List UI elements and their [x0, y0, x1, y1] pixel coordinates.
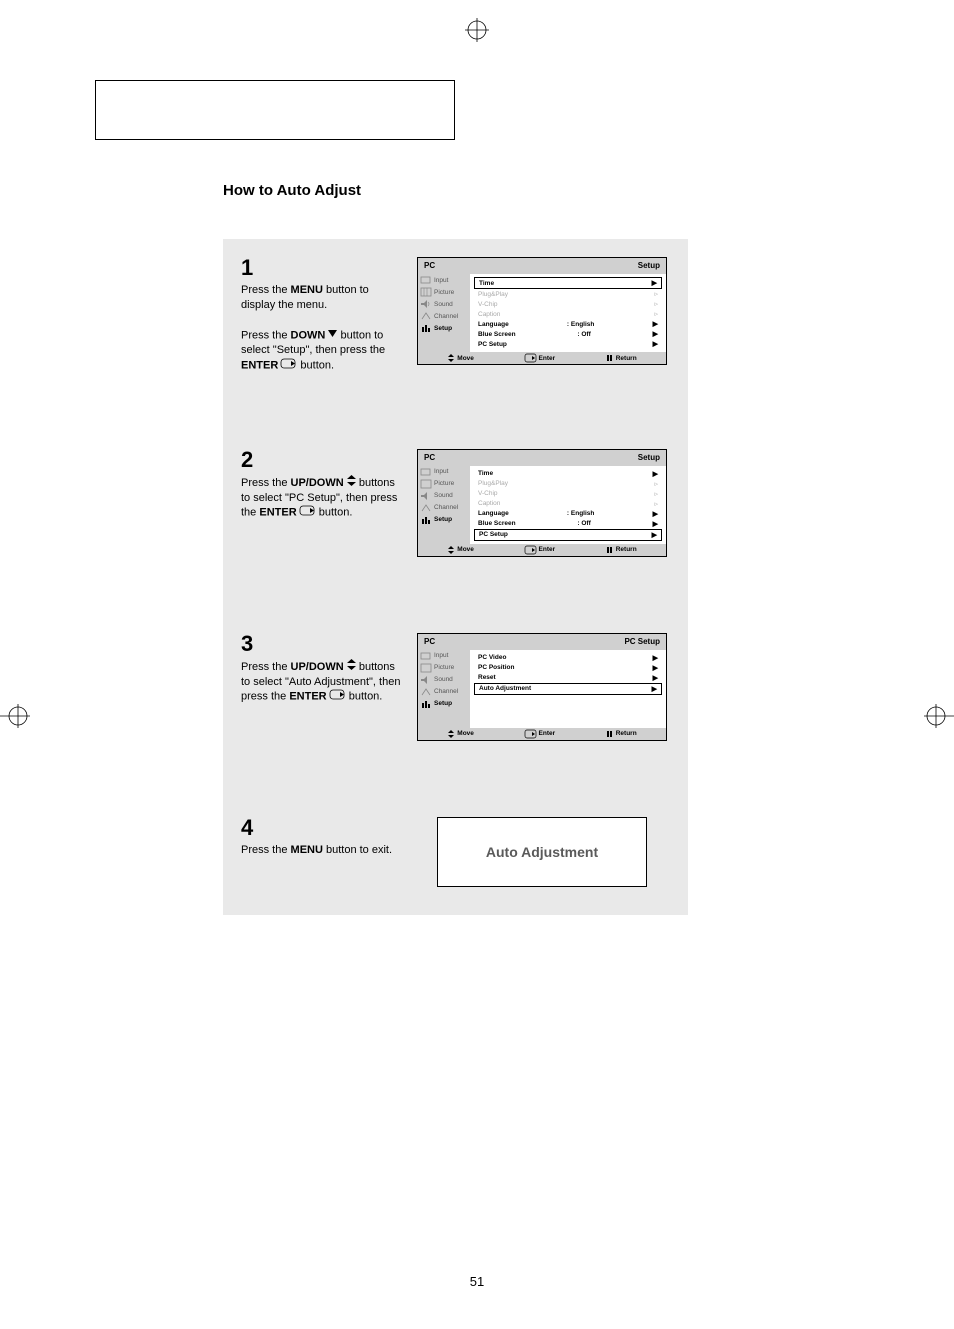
osd-sidebar: Input Picture Sound Channel Setup — [418, 274, 470, 352]
osd-row-bluescreen: Blue Screen: Off▶ — [474, 519, 662, 529]
step-1-text: 1 Press the MENU button to display the m… — [241, 257, 401, 373]
osd-main: Time▶ Plug&Play▹ V-Chip▹ Caption▹ Langua… — [470, 466, 666, 544]
osd-menu-setup-pcsetup: PC Setup Input Picture Sound Channel Set… — [417, 449, 667, 557]
osd-row-pcsetup: PC Setup▶ — [474, 529, 662, 541]
sidebar-item-input: Input — [418, 466, 470, 478]
osd-row-caption: Caption▹ — [474, 309, 662, 319]
sidebar-item-setup: Setup — [418, 698, 470, 710]
sidebar-item-setup: Setup — [418, 514, 470, 526]
step-4: 4 Press the MENU button to exit. Auto Ad… — [223, 799, 688, 915]
footer-move: Move — [447, 354, 474, 362]
crop-mark-top — [465, 18, 489, 42]
step-2: 2 Press the UP/DOWN buttons to select "P… — [223, 431, 688, 585]
setup-icon — [421, 324, 431, 332]
step-2-number: 2 — [241, 449, 401, 471]
osd-row-language: Language: English▶ — [474, 319, 662, 329]
sidebar-item-sound: Sound — [418, 298, 470, 310]
sidebar-item-channel: Channel — [418, 502, 470, 514]
sidebar-item-input: Input — [418, 650, 470, 662]
osd-row-pcvideo: PC Video▶ — [474, 653, 662, 663]
picture-icon — [421, 288, 431, 296]
sidebar-item-sound: Sound — [418, 490, 470, 502]
osd-row-bluescreen: Blue Screen: Off▶ — [474, 329, 662, 339]
footer-enter: Enter — [525, 354, 556, 362]
sidebar-item-picture: Picture — [418, 662, 470, 674]
enter-icon — [281, 358, 297, 373]
sidebar-item-picture: Picture — [418, 286, 470, 298]
step-1: 1 Press the MENU button to display the m… — [223, 239, 688, 401]
osd-sidebar: Input Picture Sound Channel Setup — [418, 650, 470, 728]
osd-title-left: PC — [424, 261, 435, 270]
down-arrow-icon — [328, 328, 337, 343]
step-1-number: 1 — [241, 257, 401, 279]
sidebar-item-input: Input — [418, 274, 470, 286]
osd-menu-setup-time: PC Setup Input Picture Sound Channel Set… — [417, 257, 667, 365]
osd-row-caption: Caption▹ — [474, 499, 662, 509]
osd-row-plugplay: Plug&Play▹ — [474, 479, 662, 489]
osd-row-pcposition: PC Position▶ — [474, 663, 662, 673]
enter-icon — [330, 689, 346, 704]
sound-icon — [421, 300, 431, 308]
step-4-text: 4 Press the MENU button to exit. — [241, 817, 401, 858]
updown-arrow-icon — [347, 659, 356, 675]
input-icon — [421, 276, 431, 284]
step-3-number: 3 — [241, 633, 401, 655]
updown-arrow-icon — [347, 475, 356, 491]
step-2-text: 2 Press the UP/DOWN buttons to select "P… — [241, 449, 401, 521]
step-3: 3 Press the UP/DOWN buttons to select "A… — [223, 615, 688, 769]
return-icon — [606, 354, 614, 362]
enter-icon — [300, 505, 316, 520]
osd-row-language: Language: English▶ — [474, 509, 662, 519]
auto-adjustment-dialog: Auto Adjustment — [437, 817, 647, 887]
sidebar-item-channel: Channel — [418, 686, 470, 698]
page-body: How to Auto Adjust 1 Press the MENU butt… — [95, 50, 859, 1289]
osd-row-plugplay: Plug&Play▹ — [474, 289, 662, 299]
osd-row-vchip: V-Chip▹ — [474, 489, 662, 499]
osd-footer: Move Enter Return — [418, 352, 666, 364]
osd-sidebar: Input Picture Sound Channel Setup — [418, 466, 470, 544]
enter-icon — [525, 354, 537, 362]
osd-main: PC Video▶ PC Position▶ Reset▶ Auto Adjus… — [470, 650, 666, 728]
osd-row-time: Time▶ — [474, 277, 662, 289]
step-3-text: 3 Press the UP/DOWN buttons to select "A… — [241, 633, 401, 705]
sidebar-item-setup: Setup — [418, 322, 470, 334]
osd-menu-pcsetup: PC PC Setup Input Picture Sound Channel … — [417, 633, 667, 741]
page-number: 51 — [470, 1274, 484, 1289]
steps-panel: 1 Press the MENU button to display the m… — [223, 239, 688, 915]
crop-mark-left — [0, 704, 30, 728]
sidebar-item-channel: Channel — [418, 310, 470, 322]
chapter-header-box — [95, 80, 455, 140]
osd-footer: Move Enter Return — [418, 728, 666, 740]
footer-return: Return — [606, 354, 637, 362]
osd-row-pcsetup: PC Setup▶ — [474, 339, 662, 349]
osd-row-autoadjust: Auto Adjustment▶ — [474, 683, 662, 695]
osd-row-time: Time▶ — [474, 469, 662, 479]
osd-title-right: Setup — [638, 261, 660, 270]
osd-row-vchip: V-Chip▹ — [474, 299, 662, 309]
sidebar-item-sound: Sound — [418, 674, 470, 686]
osd-footer: Move Enter Return — [418, 544, 666, 556]
step-4-number: 4 — [241, 817, 401, 839]
updown-icon — [447, 354, 455, 362]
channel-icon — [421, 312, 431, 320]
sidebar-item-picture: Picture — [418, 478, 470, 490]
osd-main: Time▶ Plug&Play▹ V-Chip▹ Caption▹ Langua… — [470, 274, 666, 352]
section-title: How to Auto Adjust — [223, 182, 859, 199]
crop-mark-right — [924, 704, 954, 728]
osd-row-reset: Reset▶ — [474, 673, 662, 683]
